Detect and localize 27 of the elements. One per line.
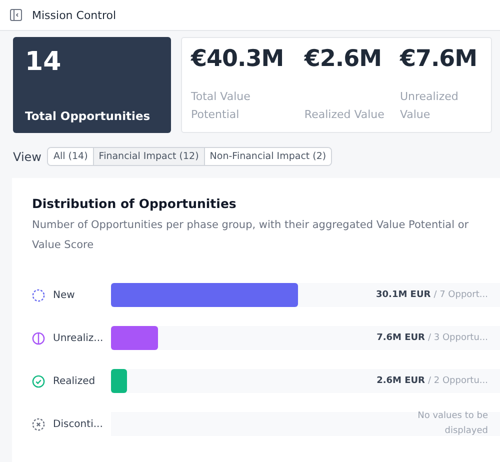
view-tab[interactable]: All (14) xyxy=(48,148,93,165)
metric-label: Total Value Potential xyxy=(191,89,252,123)
sidebar-toggle-icon[interactable] xyxy=(10,9,22,21)
empty-text: No values to be displayed xyxy=(416,410,488,438)
amount-text: 2.6M EUR xyxy=(376,376,425,386)
panel-title: Distribution of Opportunities xyxy=(32,196,238,211)
phase-label: Disconti... xyxy=(53,418,104,430)
view-label: View xyxy=(13,150,42,164)
count-text: / 2 Opportu... xyxy=(428,376,488,386)
count-text: / 3 Opportu... xyxy=(428,333,488,343)
metric-value: €7.6M xyxy=(400,46,478,72)
amount-text: 7.6M EUR xyxy=(376,333,425,343)
opportunities-count: 14 xyxy=(25,47,62,77)
view-tab[interactable]: Non-Financial Impact (2) xyxy=(204,148,332,165)
phase-label: Unrealiz... xyxy=(53,332,104,344)
view-tab[interactable]: Financial Impact (12) xyxy=(92,148,204,165)
metric-value: €40.3M xyxy=(191,46,285,72)
panel-description: Number of Opportunities per phase group, with their aggregated Value Potential or Value Score xyxy=(32,218,470,253)
count-text: / 7 Opport... xyxy=(434,290,488,300)
amount-text: 30.1M EUR xyxy=(376,290,431,300)
opportunities-label: Total Opportunities xyxy=(25,109,152,123)
page-title: Mission Control xyxy=(32,8,116,22)
phase-label: New xyxy=(53,290,76,300)
metric-label: Realized Value xyxy=(304,107,386,123)
metric-label: Unrealized Value xyxy=(400,89,460,123)
metric-value: €2.6M xyxy=(304,46,383,72)
phase-label: Realized xyxy=(53,376,96,386)
